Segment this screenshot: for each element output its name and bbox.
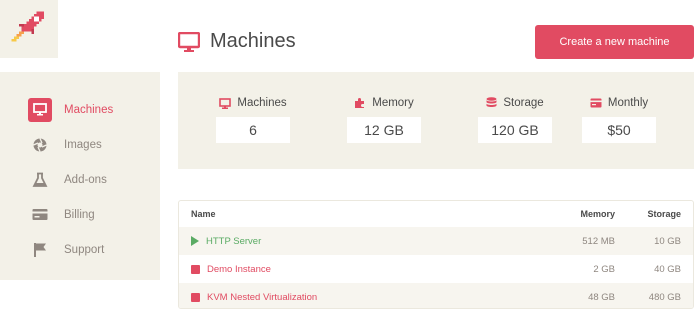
table-row[interactable]: HTTP Server 512 MB 10 GB <box>179 227 693 255</box>
machine-storage: 40 GB <box>654 263 681 275</box>
stat-memory: Memory 12 GB <box>329 96 439 143</box>
page-header: Machines <box>178 30 296 53</box>
stat-value: 120 GB <box>478 117 552 143</box>
sidebar-item-machines[interactable]: Machines <box>0 92 160 127</box>
column-header-storage[interactable]: Storage <box>615 209 693 219</box>
database-icon <box>486 97 497 107</box>
monitor-icon <box>28 97 52 122</box>
aperture-icon <box>28 133 52 157</box>
machine-memory: 512 MB <box>582 235 615 247</box>
monitor-icon <box>178 31 200 52</box>
flag-icon <box>28 238 52 262</box>
machine-memory: 48 GB <box>588 291 615 303</box>
machine-storage: 10 GB <box>654 235 681 247</box>
machine-name[interactable]: KVM Nested Virtualization <box>207 292 317 303</box>
machine-storage: 480 GB <box>648 291 681 303</box>
credit-card-icon <box>28 203 52 227</box>
flask-icon <box>28 168 52 192</box>
stat-label: Storage <box>503 97 544 109</box>
sidebar: Machines Images Add-ons Billing Support <box>0 72 160 280</box>
rocket-icon <box>11 11 44 42</box>
stat-machines: Machines 6 <box>198 96 308 143</box>
sidebar-item-label: Machines <box>64 103 114 116</box>
column-header-memory[interactable]: Memory <box>535 209 615 219</box>
stats-panel: Machines 6 Memory 12 GB Storage 120 GB M… <box>178 72 694 169</box>
credit-card-icon <box>590 98 602 108</box>
stat-monthly: Monthly $50 <box>564 96 674 143</box>
table-header: Name Memory Storage <box>179 201 693 227</box>
table-row[interactable]: Demo Instance 2 GB 40 GB <box>179 255 693 283</box>
stat-label: Monthly <box>607 97 649 109</box>
sidebar-item-label: Images <box>64 138 102 151</box>
machine-name[interactable]: HTTP Server <box>206 236 261 247</box>
app-logo[interactable] <box>0 0 58 58</box>
stop-icon <box>191 292 200 302</box>
machine-name[interactable]: Demo Instance <box>207 264 271 275</box>
puzzle-icon <box>355 98 365 108</box>
table-row[interactable]: KVM Nested Virtualization 48 GB 480 GB <box>179 283 693 308</box>
sidebar-item-label: Add-ons <box>64 173 107 186</box>
create-machine-button[interactable]: Create a new machine <box>535 25 694 59</box>
sidebar-item-billing[interactable]: Billing <box>0 197 160 232</box>
sidebar-item-images[interactable]: Images <box>0 127 160 162</box>
stat-value: $50 <box>582 117 656 143</box>
machines-table: Name Memory Storage HTTP Server 512 MB 1… <box>178 200 694 309</box>
sidebar-item-add-ons[interactable]: Add-ons <box>0 162 160 197</box>
column-header-name[interactable]: Name <box>179 209 535 219</box>
stat-value: 6 <box>216 117 290 143</box>
machine-memory: 2 GB <box>593 263 615 275</box>
stat-storage: Storage 120 GB <box>460 96 570 143</box>
sidebar-item-label: Billing <box>64 208 95 221</box>
stat-value: 12 GB <box>347 117 421 143</box>
stat-label: Memory <box>372 97 414 109</box>
sidebar-item-support[interactable]: Support <box>0 232 160 267</box>
monitor-icon <box>219 97 232 109</box>
page-title: Machines <box>210 30 296 52</box>
stop-icon <box>191 264 200 274</box>
sidebar-item-label: Support <box>64 243 105 256</box>
stat-label: Machines <box>237 97 287 109</box>
play-icon <box>191 236 199 246</box>
